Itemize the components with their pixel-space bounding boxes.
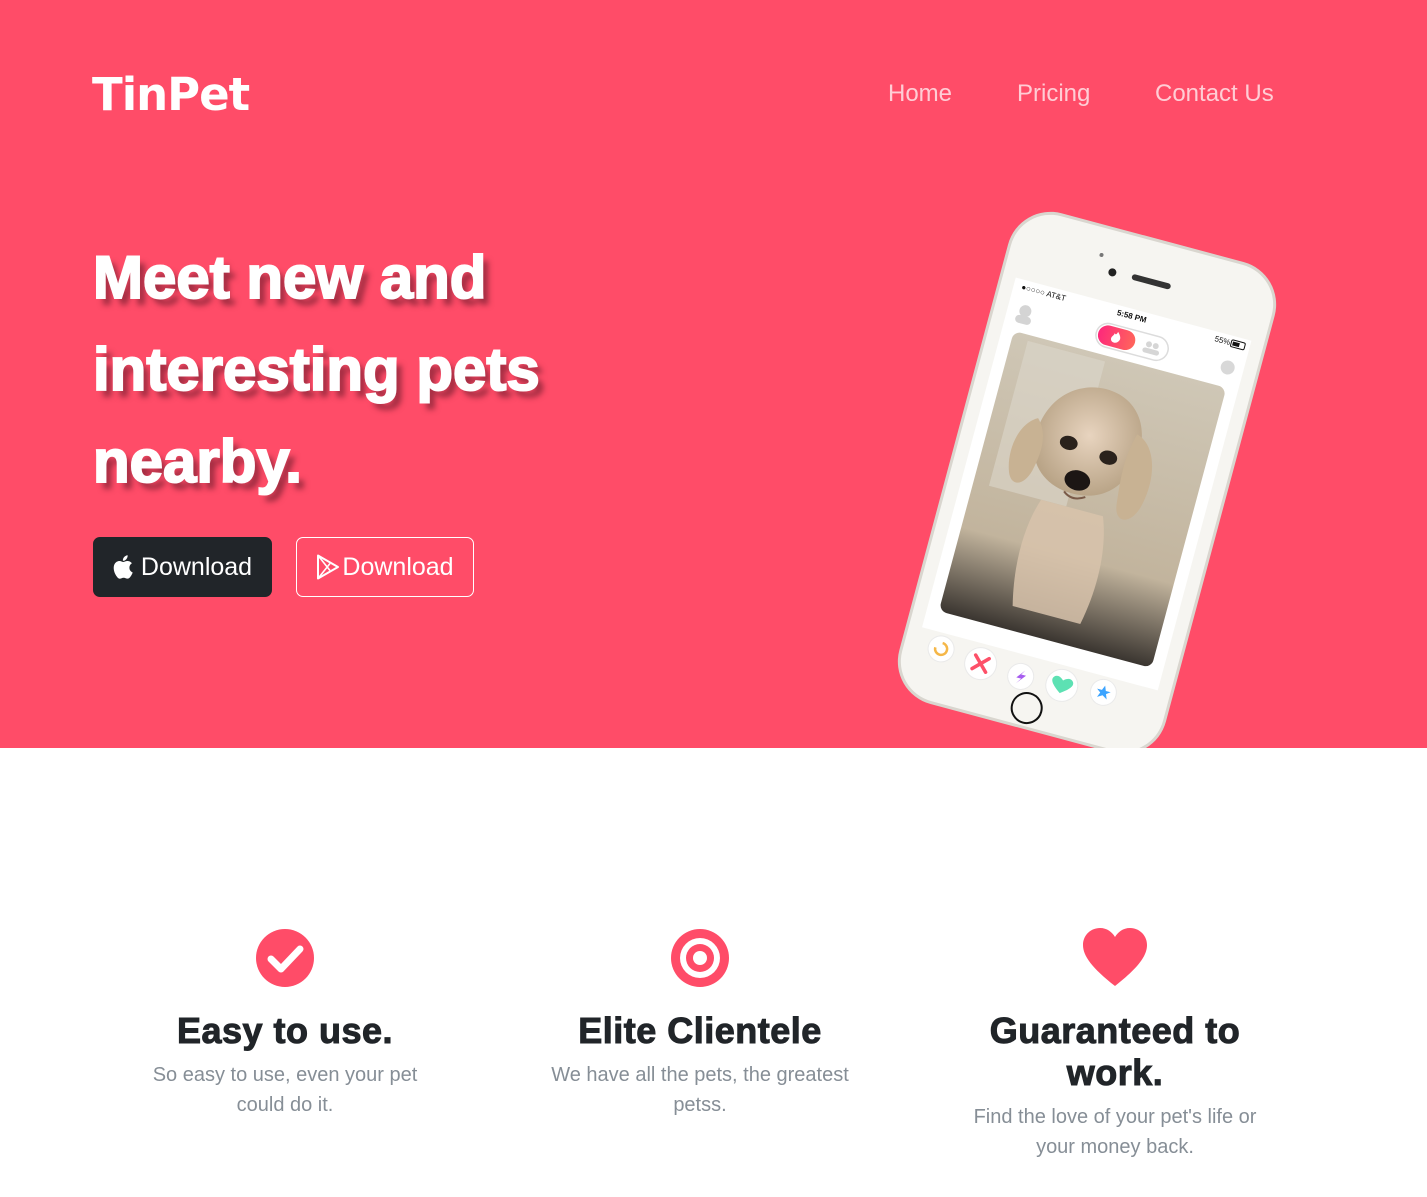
check-circle-icon (145, 928, 425, 988)
feature-guaranteed: Guaranteed to work. Find the love of you… (955, 928, 1275, 1162)
feature-text: We have all the pets, the greatest petss… (551, 1064, 849, 1116)
apple-icon (113, 555, 133, 579)
headline-line: nearby. (92, 427, 303, 496)
google-play-button-label: Download (342, 552, 454, 581)
google-play-icon (316, 554, 340, 580)
nav-link-home[interactable]: Home (888, 80, 952, 108)
google-play-download-button[interactable]: Download (296, 537, 474, 597)
feature-text: Find the love of your pet's life or your… (973, 1106, 1257, 1158)
app-store-download-button[interactable]: Download (93, 537, 272, 597)
nav-link-pricing[interactable]: Pricing (1017, 80, 1090, 108)
headline-line: interesting pets (92, 335, 541, 404)
nav-link-contact[interactable]: Contact Us (1155, 80, 1274, 108)
app-store-button-label: Download (140, 552, 253, 581)
headline-line: Meet new and (92, 243, 487, 312)
phone-mockup: ●○○○○ AT&T 5:58 PM 55% (897, 211, 1277, 748)
target-icon (540, 928, 860, 988)
feature-text: So easy to use, even your pet could do i… (152, 1064, 418, 1116)
brand-logo[interactable]: TinPet (92, 66, 250, 124)
hero-section: TinPet Home Pricing Contact Us Meet new … (0, 0, 1427, 748)
feature-title: Guaranteed to work. (989, 1010, 1241, 1094)
hero-headline: Meet new and interesting pets nearby. (92, 232, 733, 508)
feature-easy-to-use: Easy to use. So easy to use, even your p… (145, 928, 425, 1120)
feature-elite-clientele: Elite Clientele We have all the pets, th… (540, 928, 860, 1120)
heart-icon (955, 928, 1275, 988)
feature-title: Elite Clientele (578, 1010, 822, 1052)
feature-title: Easy to use. (176, 1010, 394, 1052)
